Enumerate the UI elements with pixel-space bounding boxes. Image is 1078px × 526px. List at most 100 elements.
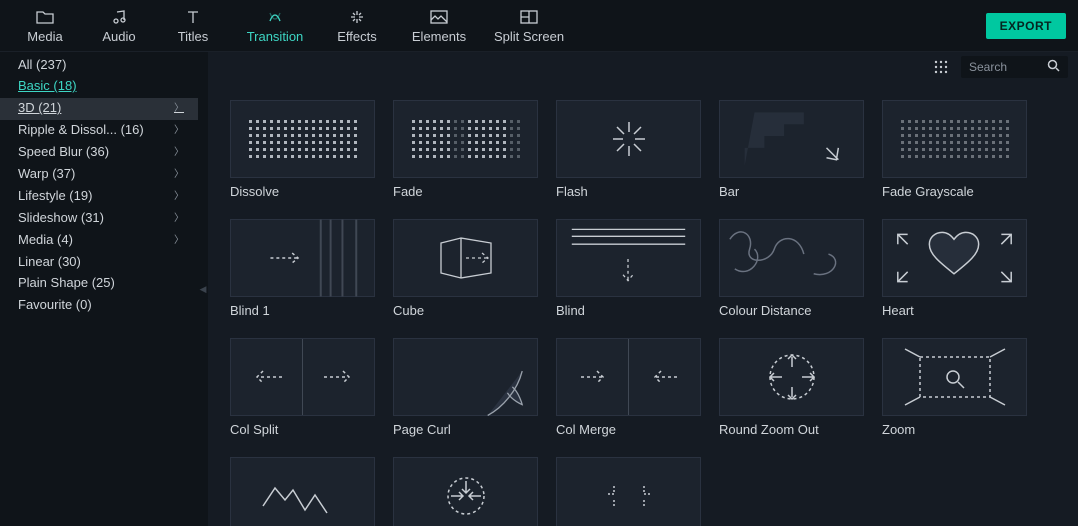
thumb-label: Zoom: [882, 422, 1027, 437]
chevron-right-icon: 〉: [174, 124, 184, 137]
thumb-label: Dissolve: [230, 184, 375, 199]
folder-icon: [36, 8, 54, 26]
sidebar-item-warp[interactable]: Warp (37)〉: [0, 163, 198, 185]
thumb-zoom[interactable]: Zoom: [882, 338, 1027, 437]
thumb-label: Fade Grayscale: [882, 184, 1027, 199]
sidebar-item-label: Warp (37): [18, 166, 75, 183]
thumb-col-merge[interactable]: Col Merge: [556, 338, 701, 437]
thumb-label: Blind 1: [230, 303, 375, 318]
export-button[interactable]: EXPORT: [986, 13, 1066, 39]
panel-resize-handle[interactable]: ◀: [198, 52, 208, 526]
thumb-cube[interactable]: Cube: [393, 219, 538, 318]
sidebar-item-plain-shape[interactable]: Plain Shape (25): [0, 273, 198, 295]
search-input[interactable]: [969, 60, 1037, 74]
nav-effects[interactable]: Effects: [320, 0, 394, 52]
sidebar-item-label: Speed Blur (36): [18, 144, 109, 161]
thumb-dissolve[interactable]: Dissolve: [230, 100, 375, 199]
search-wrap: [961, 56, 1068, 78]
thumb-label: Fade: [393, 184, 538, 199]
thumb-colour-distance[interactable]: Colour Distance: [719, 219, 864, 318]
music-note-icon: [111, 8, 127, 26]
sidebar-item-all[interactable]: All (237): [0, 54, 198, 76]
sidebar-item-media[interactable]: Media (4)〉: [0, 229, 198, 251]
nav-audio-label: Audio: [102, 29, 135, 44]
thumb-preview: [393, 100, 538, 178]
thumb-label: Page Curl: [393, 422, 538, 437]
nav-transition[interactable]: Transition: [230, 0, 320, 52]
thumb-preview: [230, 457, 375, 526]
top-nav: Media Audio Titles Transition Effects El…: [0, 0, 1078, 52]
sidebar-item-lifestyle[interactable]: Lifestyle (19)〉: [0, 185, 198, 207]
thumb-item[interactable]: [230, 457, 375, 526]
sidebar-item-speed-blur[interactable]: Speed Blur (36) 〉: [0, 142, 198, 164]
thumb-preview: [230, 219, 375, 297]
thumb-page-curl[interactable]: Page Curl: [393, 338, 538, 437]
thumb-heart[interactable]: Heart: [882, 219, 1027, 318]
thumb-label: Cube: [393, 303, 538, 318]
thumb-label: Colour Distance: [719, 303, 864, 318]
main-toolbar: [208, 52, 1078, 82]
thumb-preview: [719, 338, 864, 416]
nav-split-screen-label: Split Screen: [494, 29, 564, 44]
thumb-preview: [230, 100, 375, 178]
thumb-label: Flash: [556, 184, 701, 199]
sidebar-item-label: Lifestyle (19): [18, 188, 92, 205]
thumb-preview: [393, 219, 538, 297]
sidebar-item-label: Ripple & Dissol... (16): [18, 122, 144, 139]
main-panel: Dissolve Fade Flash Bar: [208, 52, 1078, 526]
thumb-preview: [719, 100, 864, 178]
chevron-right-icon: 〉: [174, 146, 184, 159]
thumb-label: Round Zoom Out: [719, 422, 864, 437]
nav-elements[interactable]: Elements: [394, 0, 484, 52]
thumb-preview: [556, 219, 701, 297]
thumb-preview: [230, 338, 375, 416]
nav-media[interactable]: Media: [8, 0, 82, 52]
grid-view-button[interactable]: [931, 57, 951, 77]
transition-icon: [267, 8, 283, 26]
thumb-fade[interactable]: Fade: [393, 100, 538, 199]
thumb-flash[interactable]: Flash: [556, 100, 701, 199]
thumb-label: Bar: [719, 184, 864, 199]
nav-titles-label: Titles: [178, 29, 209, 44]
sidebar-item-linear[interactable]: Linear (30): [0, 251, 198, 273]
thumb-preview: [719, 219, 864, 297]
nav-split-screen[interactable]: Split Screen: [484, 0, 574, 52]
thumb-col-split[interactable]: Col Split: [230, 338, 375, 437]
thumb-item[interactable]: [393, 457, 538, 526]
thumb-label: Col Split: [230, 422, 375, 437]
sidebar-item-3d[interactable]: 3D (21)〉: [0, 98, 198, 120]
sidebar-item-label: Media (4): [18, 232, 73, 249]
thumb-preview: [882, 338, 1027, 416]
nav-elements-label: Elements: [412, 29, 466, 44]
sidebar-item-ripple-dissolve[interactable]: Ripple & Dissol... (16) 〉: [0, 120, 198, 142]
nav-media-label: Media: [27, 29, 62, 44]
thumb-round-zoom-out[interactable]: Round Zoom Out: [719, 338, 864, 437]
sidebar-item-label: Favourite (0): [18, 297, 92, 314]
thumb-preview: [393, 338, 538, 416]
nav-audio[interactable]: Audio: [82, 0, 156, 52]
thumb-blind-1[interactable]: Blind 1: [230, 219, 375, 318]
thumb-blind[interactable]: Blind: [556, 219, 701, 318]
category-sidebar: All (237) Basic (18) 3D (21)〉 Ripple & D…: [0, 52, 198, 526]
thumb-preview: [882, 219, 1027, 297]
sidebar-item-basic[interactable]: Basic (18): [0, 76, 198, 98]
thumb-label: Blind: [556, 303, 701, 318]
thumb-label: Col Merge: [556, 422, 701, 437]
thumb-preview: [556, 457, 701, 526]
nav-titles[interactable]: Titles: [156, 0, 230, 52]
thumb-fade-grayscale[interactable]: Fade Grayscale: [882, 100, 1027, 199]
sidebar-item-label: 3D (21): [18, 100, 61, 117]
thumb-item[interactable]: [556, 457, 701, 526]
sidebar-item-slideshow[interactable]: Slideshow (31)〉: [0, 207, 198, 229]
sparkle-icon: [349, 8, 365, 26]
thumb-label: Heart: [882, 303, 1027, 318]
sidebar-item-label: Basic (18): [18, 78, 77, 95]
sidebar-item-label: Plain Shape (25): [18, 275, 115, 292]
text-icon: [185, 8, 201, 26]
sidebar-item-label: Slideshow (31): [18, 210, 104, 227]
search-icon: [1047, 59, 1060, 75]
sidebar-item-label: Linear (30): [18, 254, 81, 271]
sidebar-item-favourite[interactable]: Favourite (0): [0, 295, 198, 317]
image-icon: [430, 8, 448, 26]
thumb-bar[interactable]: Bar: [719, 100, 864, 199]
